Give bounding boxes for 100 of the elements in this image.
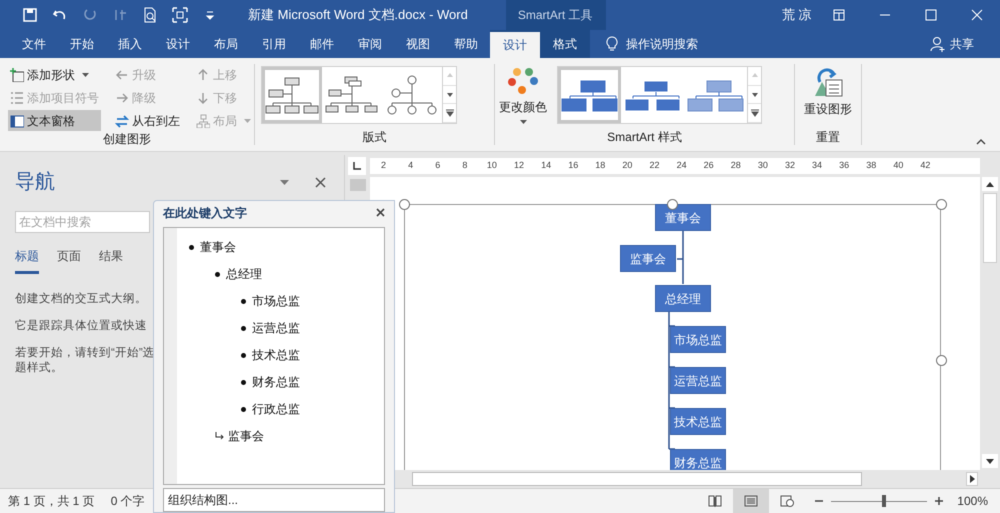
bullet-icon [241,380,246,385]
ruler-number: 38 [865,159,878,172]
ribbon-options-icon [833,9,845,21]
help-text: 创建文档的交互式大纲。 [15,292,147,307]
ribbon-tab[interactable]: 邮件 [298,30,346,58]
help-text: 若要开始，请转到“开始”选 [15,346,155,361]
more-icon [750,109,758,118]
ribbon-tab[interactable]: 文件 [10,30,58,58]
ruler-number: 32 [784,159,796,172]
bullet-list-icon [10,90,24,104]
ribbon-button[interactable]: 添加形状 [8,64,101,85]
outline-item[interactable]: 技术总监 [252,346,300,364]
bullet-icon [241,406,246,412]
ruler-number: 18 [594,159,606,172]
scroll-down-button[interactable] [982,454,998,468]
word-count: 0 个字 [110,493,145,510]
add-shape-icon [10,68,24,82]
ruler-number: 36 [838,159,850,172]
resize-handle[interactable] [667,199,678,210]
zoom-slider[interactable] [831,495,928,507]
resize-handle[interactable] [936,355,947,366]
ruler-number: 42 [919,159,932,172]
org-chart-layout-icon [385,75,439,115]
window-title: 新建 Microsoft Word 文档.docx - Word [248,6,468,24]
print-layout-button[interactable] [733,488,770,513]
close-icon [315,176,326,188]
scroll-right-button[interactable] [966,472,978,486]
read-mode-icon [708,495,722,507]
ribbon-tab[interactable]: 帮助 [442,30,490,58]
pane-tab[interactable]: 标题 [15,247,39,274]
context-tab-label: SmartArt 工具 [506,0,606,30]
tell-me-button[interactable]: 操作说明搜索 [606,30,698,58]
bullet-icon [189,244,194,250]
scroll-thumb[interactable] [983,193,997,263]
help-text: 它是跟踪具体位置或快速 [15,319,147,334]
ruler-number: 6 [434,159,442,172]
outline-item[interactable]: 董事会 [200,238,236,256]
ribbon-tab[interactable]: 视图 [394,30,442,58]
outline-item[interactable]: 行政总监 [252,400,300,418]
outline-item[interactable]: 市场总监 [252,292,300,310]
arrow-left-icon [115,68,129,82]
scroll-up-icon [750,72,758,80]
vertical-ruler [350,179,366,191]
ribbon-tab[interactable]: 引用 [250,30,298,58]
text-pane-icon [10,114,24,128]
outline-item[interactable]: 总经理 [226,265,262,284]
slider-thumb[interactable] [882,495,886,507]
ribbon-tab[interactable]: 开始 [58,30,106,58]
ribbon-button[interactable]: 从右到左 [113,110,182,131]
pane-tab[interactable]: 页面 [57,247,81,274]
close-icon [971,9,983,21]
save-button[interactable] [22,7,38,23]
print-preview-button[interactable] [142,7,158,23]
org-chart-node: 运营总监 [670,367,726,394]
pane-title: 导航 [15,170,55,195]
pane-menu-button[interactable] [280,180,289,184]
ruler-number: 10 [486,159,498,172]
tab-selector-button[interactable] [348,157,366,175]
bullet-icon [241,326,246,331]
tab-stop-icon [353,162,361,170]
zoom-in-button[interactable] [935,497,944,505]
group-label: 重置 [815,129,841,145]
ruler-number: 40 [892,159,904,172]
select-button[interactable] [172,7,188,23]
hierarchy-icon [196,114,210,128]
ribbon-tab[interactable]: 格式 [540,30,590,58]
ribbon-tab[interactable]: 审阅 [346,30,394,58]
scroll-up-button[interactable] [982,177,998,191]
gallery-item[interactable] [262,67,322,123]
resize-handle[interactable] [936,199,947,210]
web-layout-icon [780,495,794,507]
ruler-number: 12 [513,159,526,172]
pane-tab[interactable]: 结果 [99,247,123,274]
ruler-number: 4 [407,159,414,172]
bullet-icon [241,352,246,358]
ribbon-tab[interactable]: 布局 [202,30,250,58]
close-button[interactable] [315,176,326,188]
share-button[interactable]: 共享 [930,30,974,58]
ruler-number: 34 [811,159,824,172]
search-field[interactable]: 在文档中搜索 [15,211,150,233]
ruler-number: 22 [648,159,660,172]
gallery-item[interactable] [558,67,621,123]
reset-graphic-button[interactable]: 重设图形 [795,64,861,129]
close-button[interactable] [376,208,385,218]
ribbon-button[interactable]: 文本窗格 [8,110,101,131]
outline-item[interactable]: 财务总监 [252,373,300,392]
ribbon-tab[interactable]: 插入 [106,30,154,58]
resize-handle[interactable] [399,199,410,210]
ribbon-tab[interactable]: 设计 [154,30,202,58]
save-icon [22,7,38,23]
outline-item[interactable]: 监事会 [228,427,264,446]
outline-item[interactable]: 运营总监 [252,319,300,338]
ribbon-tab[interactable]: 设计 [490,30,540,58]
collapse-ribbon-button[interactable] [976,139,986,145]
reset-graphic-icon [812,68,844,98]
scroll-thumb[interactable] [412,472,862,486]
page-count: 第 1 页，共 1 页 [8,493,95,510]
org-chart-node: 监事会 [620,245,676,272]
pane-title: 在此处键入文字 [163,204,247,222]
change-colors-button[interactable]: 更改颜色 [495,64,551,129]
